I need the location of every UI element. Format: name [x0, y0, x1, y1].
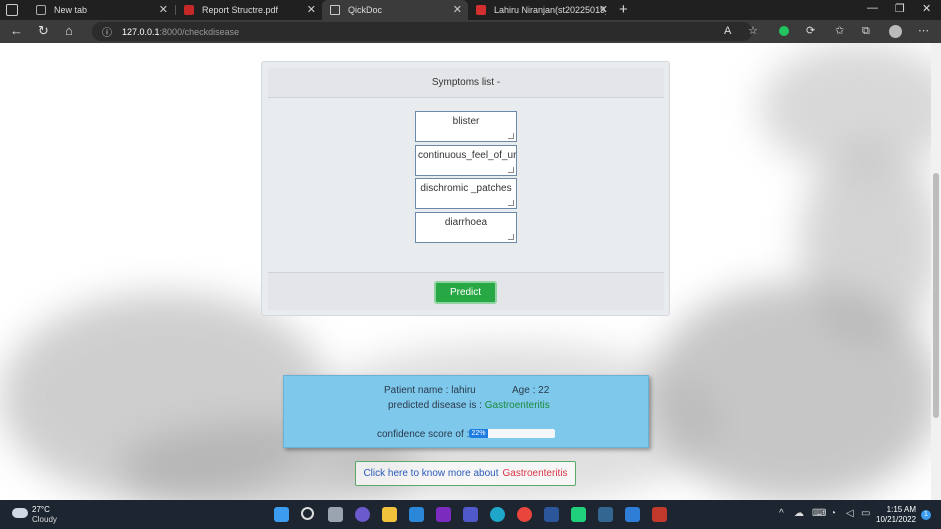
- tab-title: Report Structre.pdf: [202, 5, 279, 15]
- clock-date[interactable]: 10/21/2022: [876, 515, 916, 524]
- home-icon[interactable]: ⌂: [65, 24, 73, 38]
- keyboard-icon[interactable]: ⌨: [812, 508, 826, 519]
- tab-title: Lahiru Niranjan(st20225019).doc: [494, 5, 606, 15]
- know-more-link[interactable]: Click here to know more about Gastroente…: [355, 461, 576, 486]
- notification-badge[interactable]: 1: [921, 510, 931, 520]
- result-panel: Patient name : lahiru Age : 22 predicted…: [283, 375, 649, 448]
- close-tab-icon[interactable]: ✕: [599, 3, 608, 16]
- confidence-bar: 22%: [469, 429, 555, 438]
- task-view-icon[interactable]: [328, 507, 343, 522]
- predict-button[interactable]: Predict: [434, 281, 497, 304]
- favorites-icon[interactable]: ✩: [835, 25, 844, 37]
- show-hidden-icons[interactable]: ^: [779, 508, 784, 519]
- page-scrollbar[interactable]: [931, 43, 941, 500]
- start-icon[interactable]: [274, 507, 289, 522]
- wifi-icon[interactable]: ◔: [830, 508, 836, 519]
- symptom-field[interactable]: dischromic _patches: [415, 178, 517, 209]
- windows-taskbar: 27°C Cloudy ^ ☁ ⌨ ◔ ◁ ▭ 1:15 AM 10/21/20…: [0, 500, 941, 529]
- confidence-fill: 22%: [469, 429, 488, 438]
- onedrive-icon[interactable]: ☁: [794, 508, 804, 519]
- restore-icon[interactable]: ❐: [895, 2, 905, 15]
- url-path: :8000/checkdisease: [159, 26, 240, 37]
- symptoms-header: Symptoms list -: [268, 68, 664, 98]
- symptom-field[interactable]: blister: [415, 111, 517, 142]
- collections-icon[interactable]: ⧉: [862, 25, 870, 37]
- symptom-field[interactable]: continuous_feel_of_urine: [415, 145, 517, 176]
- postgres-icon[interactable]: [598, 507, 613, 522]
- more-menu-icon[interactable]: ⋯: [918, 25, 929, 37]
- pycharm-icon[interactable]: [571, 507, 586, 522]
- volume-icon[interactable]: ◁: [846, 508, 854, 519]
- scrollbar-thumb[interactable]: [933, 173, 939, 418]
- tab-new-tab[interactable]: New tab ✕: [28, 0, 174, 20]
- chat-icon[interactable]: [355, 507, 370, 522]
- page-icon: [330, 5, 340, 15]
- tab-lahiru-doc[interactable]: Lahiru Niranjan(st20225019).doc ✕: [468, 0, 614, 20]
- tab-report-pdf[interactable]: Report Structre.pdf ✕: [176, 0, 322, 20]
- minimize-icon[interactable]: —: [867, 2, 878, 14]
- edge-icon[interactable]: [490, 507, 505, 522]
- tab-actions-icon[interactable]: [6, 4, 18, 16]
- predicted-disease-line: predicted disease is : Gastroenteritis: [388, 400, 550, 411]
- document-icon: [476, 5, 486, 15]
- weather-desc[interactable]: Cloudy: [32, 515, 57, 524]
- photos-icon[interactable]: [625, 507, 640, 522]
- pdf-icon: [184, 5, 194, 15]
- close-tab-icon[interactable]: ✕: [159, 3, 168, 16]
- tab-title: QickDoc: [348, 5, 383, 15]
- close-tab-icon[interactable]: ✕: [307, 3, 316, 16]
- tab-strip: New tab ✕ Report Structre.pdf ✕ QickDoc …: [0, 0, 941, 20]
- tab-title: New tab: [54, 5, 88, 15]
- weather-icon[interactable]: [12, 508, 28, 518]
- file-explorer-icon[interactable]: [382, 507, 397, 522]
- patient-age: Age : 22: [512, 385, 550, 396]
- teams-icon[interactable]: [463, 507, 478, 522]
- word-icon[interactable]: [544, 507, 559, 522]
- background-cloud: [650, 283, 931, 500]
- card-footer: Predict: [268, 272, 664, 310]
- mail-icon[interactable]: [409, 507, 424, 522]
- browser-window: New tab ✕ Report Structre.pdf ✕ QickDoc …: [0, 0, 941, 529]
- symptoms-card: Symptoms list - blister continuous_feel_…: [261, 61, 670, 316]
- new-tab-button[interactable]: +: [619, 1, 628, 18]
- search-icon[interactable]: [301, 507, 314, 520]
- address-bar[interactable]: ⓘ 127.0.0.1:8000/checkdisease: [92, 22, 752, 41]
- close-window-icon[interactable]: ✕: [922, 2, 931, 15]
- close-tab-icon[interactable]: ✕: [453, 3, 462, 16]
- disease-name: Gastroenteritis: [484, 400, 550, 411]
- navigation-bar: ← ↻ ⌂ ⓘ 127.0.0.1:8000/checkdisease A ☆ …: [0, 20, 941, 43]
- patient-name: Patient name : lahiru: [384, 385, 476, 396]
- symptom-field[interactable]: diarrhoea: [415, 212, 517, 243]
- extension-icon[interactable]: [779, 26, 789, 36]
- refresh-icon[interactable]: ↻: [38, 24, 49, 38]
- know-more-prefix: Click here to know more about: [363, 468, 499, 479]
- snipping-icon[interactable]: [652, 507, 667, 522]
- tab-qickdoc[interactable]: QickDoc ✕: [322, 0, 468, 20]
- know-more-disease: Gastroenteritis: [502, 468, 568, 479]
- profile-avatar[interactable]: [889, 25, 902, 38]
- new-tab-icon: [36, 5, 46, 15]
- battery-icon[interactable]: ▭: [861, 508, 870, 519]
- favorite-add-icon[interactable]: ☆: [748, 25, 758, 37]
- chrome-icon[interactable]: [517, 507, 532, 522]
- sync-icon[interactable]: ⟳: [806, 25, 815, 37]
- url-host: 127.0.0.1: [122, 26, 160, 37]
- info-icon[interactable]: ⓘ: [102, 24, 112, 39]
- read-aloud-icon[interactable]: A: [724, 25, 731, 37]
- clock-time[interactable]: 1:15 AM: [884, 505, 916, 514]
- confidence-label: confidence score of :: [377, 429, 470, 440]
- weather-temp[interactable]: 27°C: [32, 505, 50, 514]
- back-icon[interactable]: ←: [10, 24, 23, 38]
- disease-prefix: predicted disease is :: [388, 400, 482, 411]
- page-content: Symptoms list - blister continuous_feel_…: [0, 43, 931, 500]
- media-icon[interactable]: [436, 507, 451, 522]
